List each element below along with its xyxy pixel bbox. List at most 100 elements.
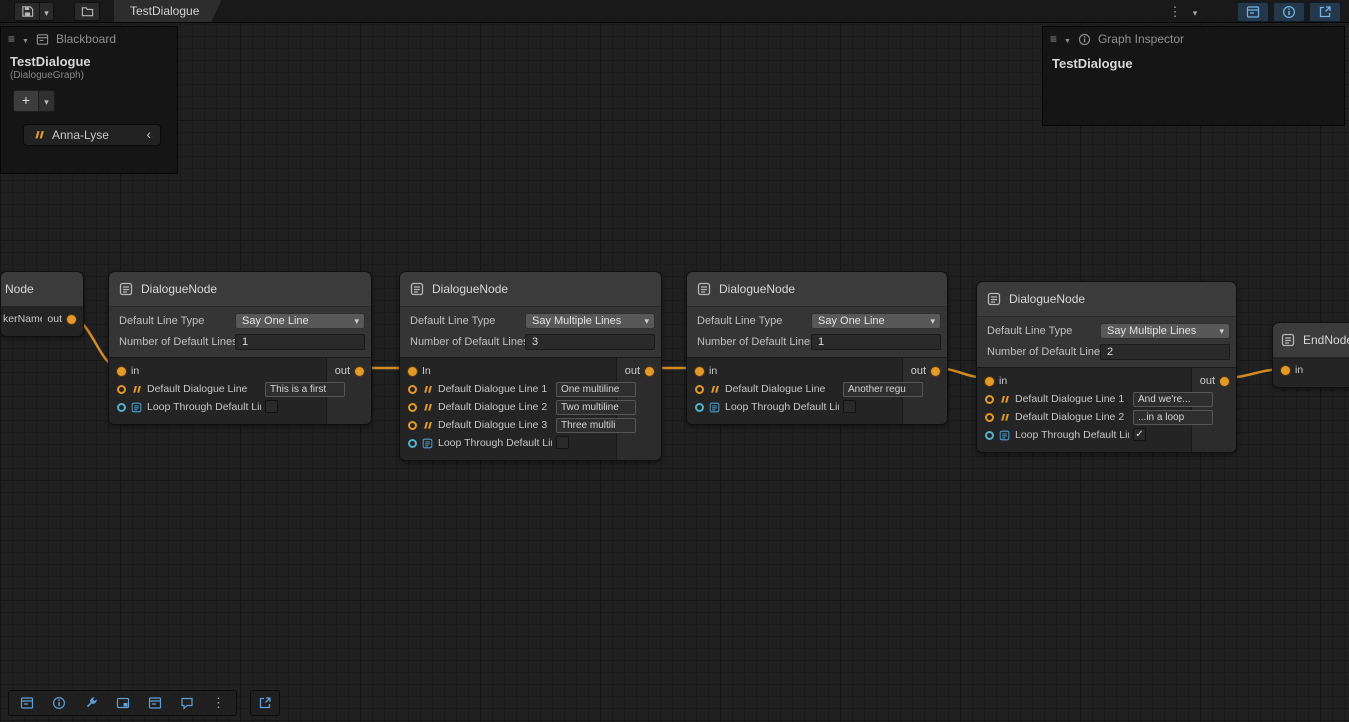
node-title-bar[interactable]: DialogueNode (109, 272, 371, 306)
blackboard-icon (1246, 5, 1260, 19)
out-port[interactable] (931, 367, 940, 376)
tools-button[interactable] (76, 693, 105, 713)
chevron-down-icon (44, 92, 49, 110)
loop-port[interactable] (695, 403, 704, 412)
num-lines-label: Number of Default Lines (115, 336, 235, 348)
dialogue-line-input[interactable]: One multiline (556, 382, 636, 397)
graph-breadcrumb-tab[interactable]: TestDialogue (114, 0, 221, 22)
out-port[interactable] (355, 367, 364, 376)
more-options-button[interactable] (1167, 4, 1183, 21)
dialogue-line-input[interactable]: Two multiline (556, 400, 636, 415)
dialogue-node[interactable]: DialogueNode Default Line Type Say Multi… (976, 281, 1237, 453)
node-title-bar[interactable]: Node (1, 272, 83, 306)
boolean-icon (131, 402, 142, 413)
blackboard-property-row[interactable]: Anna-Lyse (23, 124, 161, 146)
overlay-toolbar (8, 690, 237, 716)
dialogue-line-value: This is a first (270, 384, 326, 395)
node-title-bar[interactable]: DialogueNode (687, 272, 947, 306)
in-port[interactable] (985, 377, 994, 386)
add-property-button[interactable] (13, 90, 39, 112)
num-lines-input[interactable]: 3 (525, 334, 655, 350)
in-port[interactable] (1281, 366, 1290, 375)
dialogue-line-port[interactable] (408, 385, 417, 394)
panels-toggle-button[interactable] (140, 693, 169, 713)
toolbar-dropdown-button[interactable] (1187, 4, 1203, 21)
num-lines-value: 1 (818, 336, 824, 348)
info-icon (1078, 33, 1091, 46)
dialogue-line-port[interactable] (408, 421, 417, 430)
blackboard-icon (36, 33, 49, 46)
blackboard-toggle-button[interactable] (1237, 2, 1269, 22)
dialogue-node[interactable]: DialogueNode Default Line Type Say Multi… (399, 271, 662, 461)
graph-inspector-panel[interactable]: Graph Inspector TestDialogue (1042, 26, 1345, 126)
dialogue-line-value: One multiline (561, 384, 619, 395)
node-title-bar[interactable]: DialogueNode (400, 272, 661, 306)
line-type-value: Say Multiple Lines (1107, 325, 1219, 337)
blackboard-panel[interactable]: Blackboard TestDialogue (DialogueGraph) … (0, 26, 178, 174)
in-port[interactable] (408, 367, 417, 376)
num-lines-label: Number of Default Lines (983, 346, 1100, 358)
dialogue-preview-button[interactable] (172, 693, 201, 713)
dialogue-line-port[interactable] (985, 395, 994, 404)
in-port[interactable] (695, 367, 704, 376)
num-lines-input[interactable]: 1 (235, 334, 365, 350)
loop-port[interactable] (985, 431, 994, 440)
node-title: DialogueNode (1009, 292, 1085, 306)
out-port-label: out (47, 313, 62, 325)
open-window-button[interactable] (1309, 2, 1341, 22)
dialogue-line-port[interactable] (117, 385, 126, 394)
out-port[interactable] (67, 315, 76, 324)
end-node[interactable]: EndNode in (1272, 322, 1349, 388)
blackboard-icon (148, 696, 162, 710)
dialogue-node[interactable]: DialogueNode Default Line Type Say One L… (686, 271, 948, 425)
add-property-dropdown-button[interactable] (39, 90, 55, 112)
minimap-toggle-button[interactable] (108, 693, 137, 713)
save-options-button[interactable] (39, 2, 54, 21)
load-button[interactable] (74, 2, 100, 21)
dialogue-line-port[interactable] (985, 413, 994, 422)
collapse-arrow-icon[interactable] (1064, 32, 1071, 46)
node-title-bar[interactable]: EndNode (1273, 323, 1349, 357)
panel-menu-icon[interactable] (1050, 32, 1057, 46)
graph-inspector-toggle-button[interactable] (1273, 2, 1305, 22)
line-type-dropdown[interactable]: Say Multiple Lines (525, 313, 655, 329)
loop-checkbox[interactable]: ✓ (1133, 428, 1146, 441)
boolean-icon (999, 430, 1010, 441)
dialogue-line-port[interactable] (695, 385, 704, 394)
line-type-dropdown[interactable]: Say Multiple Lines (1100, 323, 1230, 339)
collapse-arrow-icon[interactable] (22, 32, 29, 46)
loop-port[interactable] (408, 439, 417, 448)
out-port[interactable] (645, 367, 654, 376)
more-options-button[interactable] (204, 693, 233, 713)
dialogue-line-input[interactable]: Another regu (843, 382, 923, 397)
dialogue-line-value: ...in a loop (1138, 412, 1184, 423)
dialogue-line-input[interactable]: And we're... (1133, 392, 1213, 407)
dialogue-line-input[interactable]: Three multili (556, 418, 636, 433)
speaker-node[interactable]: Node kerName out (0, 271, 84, 337)
loop-checkbox[interactable] (265, 400, 278, 413)
dialogue-line-input[interactable]: ...in a loop (1133, 410, 1213, 425)
num-lines-input[interactable]: 2 (1100, 344, 1230, 360)
loop-port[interactable] (117, 403, 126, 412)
node-title-bar[interactable]: DialogueNode (977, 282, 1236, 316)
dialogue-line-input[interactable]: This is a first (265, 382, 345, 397)
chevron-left-icon[interactable] (146, 126, 151, 144)
num-lines-input[interactable]: 1 (811, 334, 941, 350)
out-port[interactable] (1220, 377, 1229, 386)
quote-icon (33, 129, 45, 141)
loop-checkbox[interactable] (556, 436, 569, 449)
line-type-dropdown[interactable]: Say One Line (811, 313, 941, 329)
save-button[interactable] (14, 2, 39, 21)
panel-menu-icon[interactable] (8, 32, 15, 46)
info-icon (52, 696, 66, 710)
loop-checkbox[interactable] (843, 400, 856, 413)
dialogue-line-port[interactable] (408, 403, 417, 412)
graph-inspector-toggle-button[interactable] (44, 693, 73, 713)
open-window-button[interactable] (250, 690, 280, 716)
in-port-label: in (131, 365, 139, 377)
dialogue-node[interactable]: DialogueNode Default Line Type Say One L… (108, 271, 372, 425)
line-type-dropdown[interactable]: Say One Line (235, 313, 365, 329)
node-properties: Default Line Type Say One Line Number of… (109, 306, 371, 358)
in-port[interactable] (117, 367, 126, 376)
blackboard-toggle-button[interactable] (12, 693, 41, 713)
